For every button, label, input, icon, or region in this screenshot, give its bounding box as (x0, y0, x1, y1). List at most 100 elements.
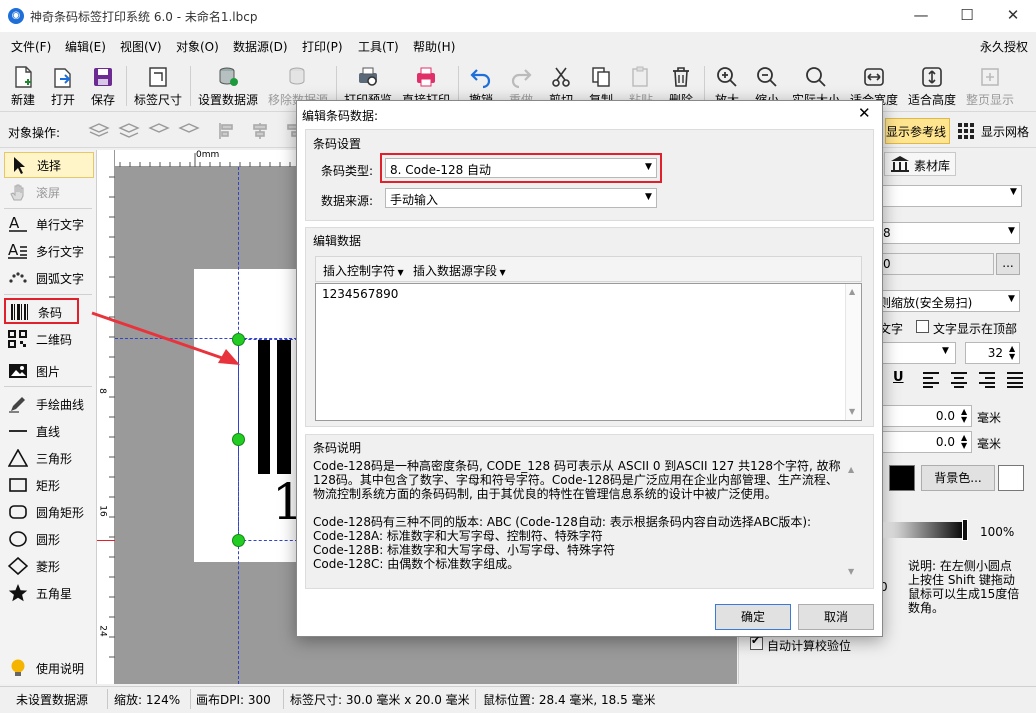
tool-multi-line-text[interactable]: A 多行文字 (4, 239, 94, 263)
menu-tools[interactable]: 工具(T) (358, 38, 399, 55)
background-color-swatch[interactable] (998, 465, 1024, 491)
pen-icon (9, 397, 25, 413)
toolbar-divider (190, 66, 191, 106)
insert-datasource-field-label: 插入数据源字段 (413, 264, 498, 278)
status-label-size: 标签尺寸: 30.0 毫米 x 20.0 毫米 (290, 693, 470, 707)
barcode-bar (277, 340, 291, 474)
barcode-data-textarea[interactable] (315, 283, 862, 421)
tool-scroll[interactable]: 滚屏 (4, 180, 94, 204)
tool-rounded-rectangle[interactable]: 圆角矩形 (4, 500, 94, 524)
tool-circle-label: 圆形 (36, 533, 61, 547)
menu-print[interactable]: 打印(P) (302, 38, 343, 55)
ok-button[interactable]: 确定 (715, 604, 791, 630)
scale-mode-select[interactable]: 则缩放(安全易扫) (874, 290, 1020, 312)
save-button[interactable]: 保存 (84, 61, 122, 111)
opacity-slider[interactable] (882, 522, 966, 538)
scroll-up-icon[interactable]: ▲ (849, 287, 855, 296)
fit-height-button[interactable]: 适合高度 (904, 61, 960, 111)
full-page-button[interactable]: 整页显示 (962, 61, 1018, 111)
app-logo-icon: ◉ (8, 8, 24, 24)
data-field[interactable]: 0 (882, 253, 994, 275)
resize-handle[interactable] (232, 433, 245, 446)
tool-arc-text[interactable]: 圆弧文字 (4, 266, 94, 290)
new-file-icon (15, 66, 32, 88)
data-source-select[interactable]: 手动输入 (385, 188, 657, 208)
underline-icon[interactable]: U (893, 370, 904, 385)
chevron-down-icon: ▼ (1008, 294, 1015, 304)
insert-datasource-field-button[interactable]: 插入数据源字段 ▼ (413, 262, 506, 279)
scroll-down-icon[interactable]: ▼ (849, 407, 855, 416)
text-align-icons[interactable] (921, 370, 1025, 388)
undo-icon (470, 69, 491, 89)
new-button[interactable]: 新建 (4, 61, 42, 111)
status-datasource: 未设置数据源 (16, 693, 89, 707)
tool-help[interactable]: 使用说明 (4, 656, 94, 680)
tool-barcode-label: 条码 (38, 306, 63, 320)
menu-file[interactable]: 文件(F) (11, 38, 51, 55)
cancel-button[interactable]: 取消 (798, 604, 874, 630)
menu-help[interactable]: 帮助(H) (413, 38, 455, 55)
tool-select[interactable]: 选择 (4, 152, 94, 178)
open-button[interactable]: 打开 (44, 61, 82, 111)
tool-diamond[interactable]: 菱形 (4, 554, 94, 578)
background-color-button[interactable]: 背景色... (921, 465, 995, 491)
tool-single-line-text[interactable]: A 单行文字 (4, 212, 94, 236)
app-window: ◉ 神奇条码标签打印系统 6.0 - 未命名1.lbcp — ☐ ✕ 文件(F)… (0, 0, 1036, 713)
barcode-description-heading: 条码说明 (313, 441, 362, 455)
chevron-down-icon: ▼ (645, 162, 652, 172)
tool-qrcode[interactable]: 二维码 (4, 327, 94, 351)
menu-view[interactable]: 视图(V) (120, 38, 162, 55)
tool-circle[interactable]: 圆形 (4, 527, 94, 551)
property-dropdown[interactable] (882, 185, 1022, 207)
barcode-type-select[interactable]: 8. Code-128 自动 (385, 158, 657, 178)
tool-freehand[interactable]: 手绘曲线 (4, 392, 94, 416)
maximize-icon[interactable]: ☐ (944, 0, 990, 32)
desc-line: Code-128C: 由偶数个标准数字组成。 (313, 557, 520, 571)
open-icon (54, 68, 71, 88)
multi-line-text-icon: A (8, 242, 27, 259)
resize-handle[interactable] (232, 534, 245, 547)
menu-object[interactable]: 对象(O) (176, 38, 219, 55)
text-on-top-checkbox[interactable] (916, 320, 929, 333)
set-datasource-button[interactable]: 设置数据源 (194, 61, 262, 111)
opacity-slider-thumb[interactable] (962, 519, 968, 541)
offset-y-stepper[interactable]: 0.0 (882, 431, 972, 453)
tool-rectangle[interactable]: 矩形 (4, 473, 94, 497)
scroll-down-icon[interactable]: ▼ (848, 567, 854, 576)
ruler-position-marker (97, 540, 115, 541)
label-size-button[interactable]: 标签尺寸 (130, 61, 186, 111)
data-scrollbar[interactable] (845, 284, 861, 420)
tool-line[interactable]: 直线 (4, 419, 94, 443)
tool-star[interactable]: 五角星 (4, 581, 94, 605)
qrcode-icon (8, 330, 27, 348)
dialog-close-icon[interactable]: ✕ (858, 104, 871, 122)
layer-order-icons[interactable] (86, 120, 206, 142)
offset-x-stepper[interactable]: 0.0 (882, 405, 972, 427)
rectangle-icon (9, 478, 27, 492)
unit-label: 毫米 (977, 437, 1002, 451)
ruler-v-label-16: 16 (97, 505, 108, 517)
object-operations-label: 对象操作: (8, 126, 61, 140)
menu-edit[interactable]: 编辑(E) (65, 38, 106, 55)
desc-line: 物流控制系统方面的条码码制, 由于其优良的特性在管理信息系统的设计中被广泛使用。 (313, 487, 777, 501)
remove-database-icon (289, 67, 305, 85)
insert-control-char-button[interactable]: 插入控制字符 ▼ (323, 262, 404, 279)
tool-barcode[interactable]: 条码 (4, 298, 79, 324)
scroll-up-icon[interactable]: ▲ (848, 465, 854, 474)
auto-check-digit-label: 自动计算校验位 (767, 639, 852, 653)
tool-star-label: 五角星 (36, 587, 73, 601)
close-icon[interactable]: ✕ (990, 0, 1036, 32)
show-grid-toggle[interactable]: 显示网格 (981, 123, 1029, 140)
tool-triangle[interactable]: 三角形 (4, 446, 94, 470)
minimize-icon[interactable]: — (898, 0, 944, 32)
tool-rectangle-label: 矩形 (36, 479, 61, 493)
menu-datasource[interactable]: 数据源(D) (233, 38, 288, 55)
tool-scroll-label: 滚屏 (36, 186, 61, 200)
foreground-color-swatch[interactable] (889, 465, 915, 491)
circle-icon (9, 531, 27, 547)
barcode-type-field[interactable]: 8 (882, 222, 1020, 244)
status-divider (283, 689, 284, 709)
hand-icon (10, 184, 24, 201)
browse-button[interactable]: ... (996, 253, 1020, 275)
tool-image[interactable]: 图片 (4, 359, 94, 383)
